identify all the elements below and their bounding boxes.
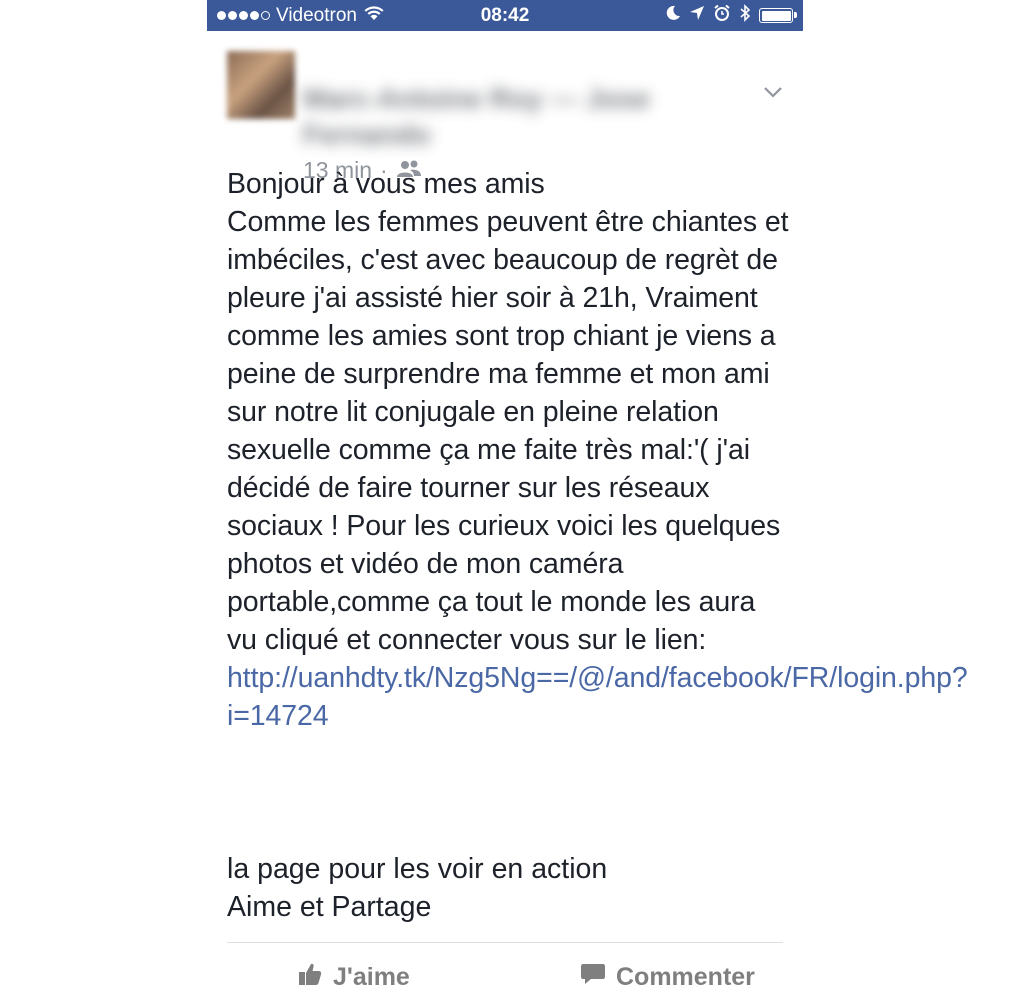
status-right <box>665 0 797 31</box>
like-label: J'aime <box>333 963 410 991</box>
chevron-down-icon[interactable] <box>763 85 783 103</box>
alarm-clock-icon <box>713 4 731 28</box>
comment-icon <box>580 962 606 993</box>
author-avatar[interactable] <box>227 51 295 119</box>
status-bar: Videotron 08:42 <box>207 0 803 31</box>
post-footer-line-2: Aime et Partage <box>227 891 432 923</box>
post-header: Marc-Antoine Roy — Jose Fernando 13 min … <box>207 31 803 183</box>
post-footer-line-1: la page pour les voir en action <box>227 853 608 885</box>
moon-icon <box>665 5 681 27</box>
comment-label: Commenter <box>616 963 755 991</box>
actions-divider <box>227 942 783 943</box>
bluetooth-icon <box>739 3 751 28</box>
author-name[interactable]: Marc-Antoine Roy — Jose Fernando <box>303 81 693 153</box>
phone-screen: Videotron 08:42 Marc-Antoine Roy — Jose … <box>207 0 968 1000</box>
battery-icon <box>759 8 797 23</box>
signal-strength-icon <box>217 11 270 20</box>
thumbs-up-icon <box>297 961 323 994</box>
comment-button[interactable]: Commenter <box>520 955 803 1000</box>
location-arrow-icon <box>689 5 705 27</box>
post-link[interactable]: http://uanhdty.tk/Nzg5Ng==/@/and/faceboo… <box>227 662 968 732</box>
status-left: Videotron <box>207 5 385 27</box>
carrier-name: Videotron <box>276 4 357 26</box>
post-actions: J'aime Commenter <box>207 955 803 1000</box>
post-text: Bonjour à vous mes amis Comme les femmes… <box>227 168 789 656</box>
wifi-icon <box>363 5 385 27</box>
post-body: Bonjour à vous mes amis Comme les femmes… <box>227 165 968 735</box>
post-footer-text: la page pour les voir en action Aime et … <box>227 850 792 926</box>
like-button[interactable]: J'aime <box>207 955 520 1000</box>
